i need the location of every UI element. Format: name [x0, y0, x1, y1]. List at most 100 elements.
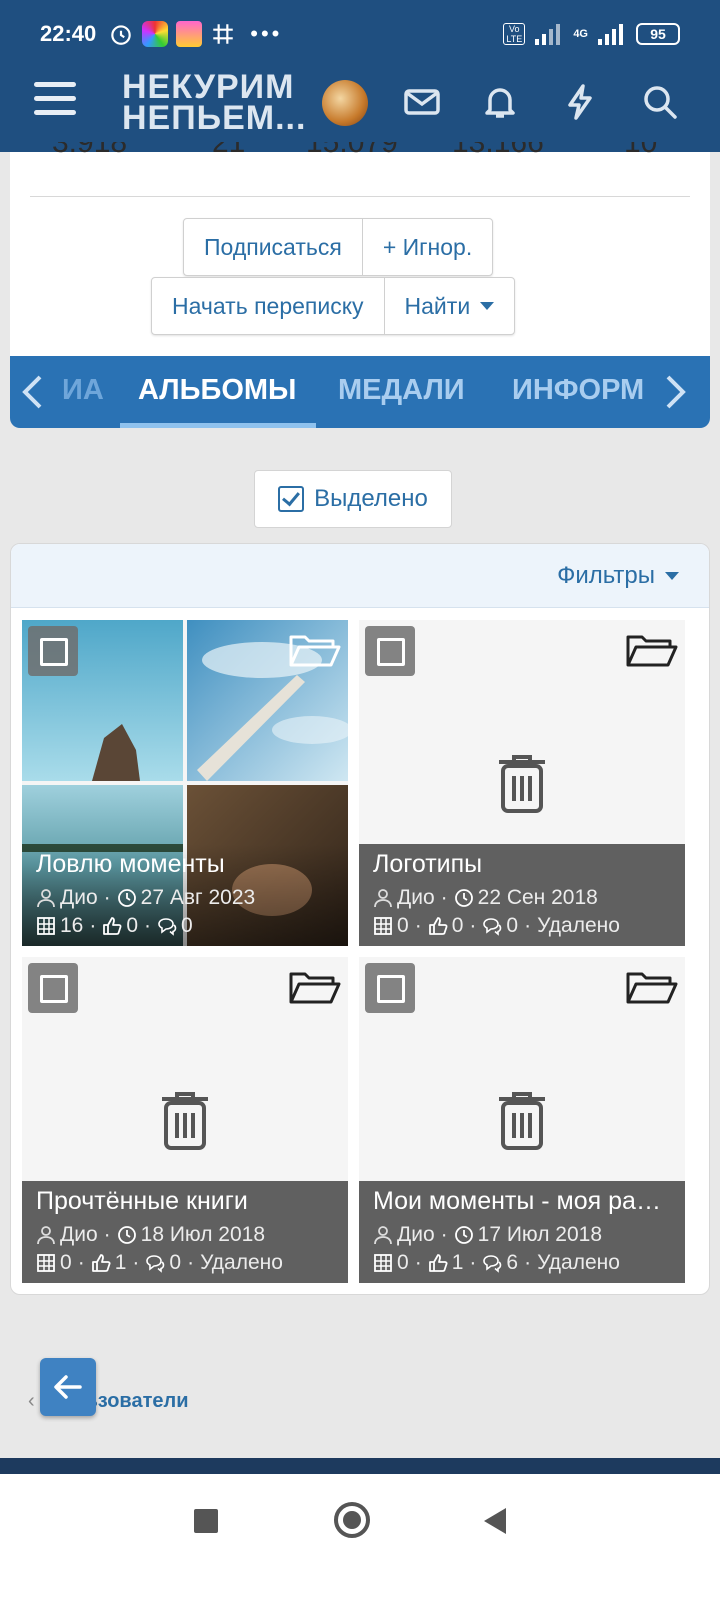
folder-open-icon: [289, 635, 341, 667]
selected-toggle-button[interactable]: Выделено: [254, 470, 452, 528]
thumbs-up-icon: [428, 1254, 448, 1272]
start-conversation-button[interactable]: Начать переписку: [152, 278, 384, 334]
subscribe-button[interactable]: Подписаться: [184, 219, 362, 275]
filter-bar: Фильтры: [11, 544, 709, 608]
app-top-bar: 22:40 ••• Vo LTE 4G 95 НЕКУРИМ НЕПЬЕМ...: [0, 0, 720, 152]
folder-open-icon: [626, 972, 678, 1004]
stat-value: 15.079: [306, 142, 398, 159]
likes-count: 1: [451, 1251, 464, 1274]
mail-icon[interactable]: [402, 82, 442, 122]
tab-media[interactable]: ИА: [62, 356, 104, 428]
trash-icon: [499, 1092, 545, 1150]
album-title[interactable]: Мои моменты - моя работа: [373, 1187, 671, 1219]
tab-albums[interactable]: АЛЬБОМЫ: [119, 356, 317, 428]
chevron-right-icon[interactable]: [662, 374, 688, 410]
album-meta: Дио · 18 Июл 2018: [36, 1223, 334, 1247]
clock-icon: [454, 889, 473, 907]
caret-down-icon: [665, 572, 679, 580]
grid-icon: [37, 1254, 55, 1272]
album-counts: 0 · 1 · 0 · Удалено: [36, 1251, 334, 1275]
arrow-left-icon: [54, 1375, 82, 1399]
user-icon: [37, 889, 55, 908]
stat-value: 10: [624, 142, 658, 159]
album-date: 22 Сен 2018: [477, 886, 598, 909]
grid-icon: [37, 917, 55, 935]
bell-icon[interactable]: [480, 82, 520, 122]
chevron-left-icon: ‹: [28, 1390, 35, 1412]
clock-icon: [454, 1226, 473, 1244]
album-card[interactable]: Прочтённые книги Дио · 18 Июл 2018 0 · 1…: [22, 957, 348, 1283]
album-meta: Дио · 22 Сен 2018: [373, 886, 671, 910]
thumbs-up-icon: [103, 917, 122, 935]
status-time: 22:40: [40, 21, 97, 46]
comments-count: 6: [506, 1251, 519, 1274]
stat-value: 3.918: [52, 142, 128, 159]
menu-icon[interactable]: [34, 82, 76, 118]
site-logo[interactable]: НЕКУРИМ НЕПЬЕМ...: [122, 70, 306, 135]
clock-icon: [117, 889, 136, 907]
album-author[interactable]: Дио: [60, 886, 98, 910]
stat-value: 21: [212, 142, 246, 159]
album-card[interactable]: Логотипы Дио · 22 Сен 2018 0 · 0 · 0 · У…: [359, 620, 685, 946]
grid-icon: [374, 917, 392, 935]
album-meta: Дио · 17 Июл 2018: [373, 1223, 671, 1247]
album-caption: Логотипы Дио · 22 Сен 2018 0 · 0 · 0 · У…: [359, 844, 685, 946]
app-notification-icon: [142, 21, 169, 47]
battery-indicator: 95: [636, 23, 680, 45]
signal-icon: [598, 24, 623, 45]
chevron-left-icon[interactable]: [20, 374, 46, 410]
select-checkbox[interactable]: [365, 626, 415, 676]
user-avatar[interactable]: [322, 80, 368, 126]
follow-button-group: Подписаться + Игнор.: [183, 218, 494, 276]
site-footer: [0, 1458, 720, 1474]
back-icon[interactable]: [484, 1508, 506, 1534]
album-title[interactable]: Прочтённые книги: [36, 1187, 334, 1219]
album-title[interactable]: Ловлю моменты: [36, 850, 334, 882]
signal-icon: [535, 24, 561, 45]
album-author[interactable]: Дио: [397, 1223, 435, 1247]
back-button[interactable]: [40, 1358, 96, 1416]
status-bar: 22:40 ••• Vo LTE 4G 95: [40, 18, 680, 50]
tab-medals[interactable]: МЕДАЛИ: [338, 356, 465, 428]
profile-panel: 3.918 21 15.079 13.166 10 Подписаться + …: [10, 142, 710, 356]
grid-notification-icon: [213, 24, 234, 44]
media-count: 16: [60, 914, 84, 937]
album-counts: 0 · 0 · 0 · Удалено: [373, 914, 671, 938]
caret-down-icon: [480, 302, 495, 310]
tab-info[interactable]: ИНФОРМ: [512, 356, 652, 428]
comments-icon: [146, 1255, 165, 1273]
user-icon: [374, 889, 392, 908]
comments-count: 0: [181, 914, 193, 937]
user-icon: [374, 1226, 392, 1245]
album-title[interactable]: Логотипы: [373, 850, 671, 882]
album-author[interactable]: Дио: [60, 1223, 98, 1247]
media-count: 0: [60, 1251, 72, 1274]
album-card[interactable]: Мои моменты - моя работа Дио · 17 Июл 20…: [359, 957, 685, 1283]
ignore-button[interactable]: + Игнор.: [361, 219, 492, 275]
more-notifications-icon: •••: [250, 21, 283, 46]
message-button-group: Начать переписку Найти: [151, 277, 516, 335]
lightning-icon[interactable]: [560, 82, 600, 122]
album-meta: Дио · 27 Авг 2023: [36, 886, 334, 910]
trash-icon: [162, 1092, 208, 1150]
recent-apps-icon[interactable]: [194, 1509, 218, 1533]
likes-count: 0: [126, 914, 139, 937]
find-dropdown-button[interactable]: Найти: [383, 278, 515, 334]
album-card[interactable]: Ловлю моменты Дио · 27 Авг 2023 16 · 0 ·…: [22, 620, 348, 946]
home-icon[interactable]: [334, 1502, 370, 1538]
thumbs-up-icon: [91, 1254, 111, 1272]
checkbox-checked-icon: [278, 486, 305, 512]
comments-icon: [158, 918, 177, 936]
search-icon[interactable]: [640, 82, 680, 122]
filters-dropdown[interactable]: Фильтры: [557, 562, 679, 590]
select-checkbox[interactable]: [28, 626, 78, 676]
system-navigation-bar: [0, 1474, 720, 1600]
select-checkbox[interactable]: [365, 963, 415, 1013]
select-checkbox[interactable]: [28, 963, 78, 1013]
folder-open-icon: [289, 972, 341, 1004]
network-type: 4G: [573, 28, 588, 40]
divider: [30, 196, 690, 197]
album-author[interactable]: Дио: [397, 886, 435, 910]
likes-count: 0: [451, 914, 464, 937]
stat-value: 13.166: [452, 142, 544, 159]
